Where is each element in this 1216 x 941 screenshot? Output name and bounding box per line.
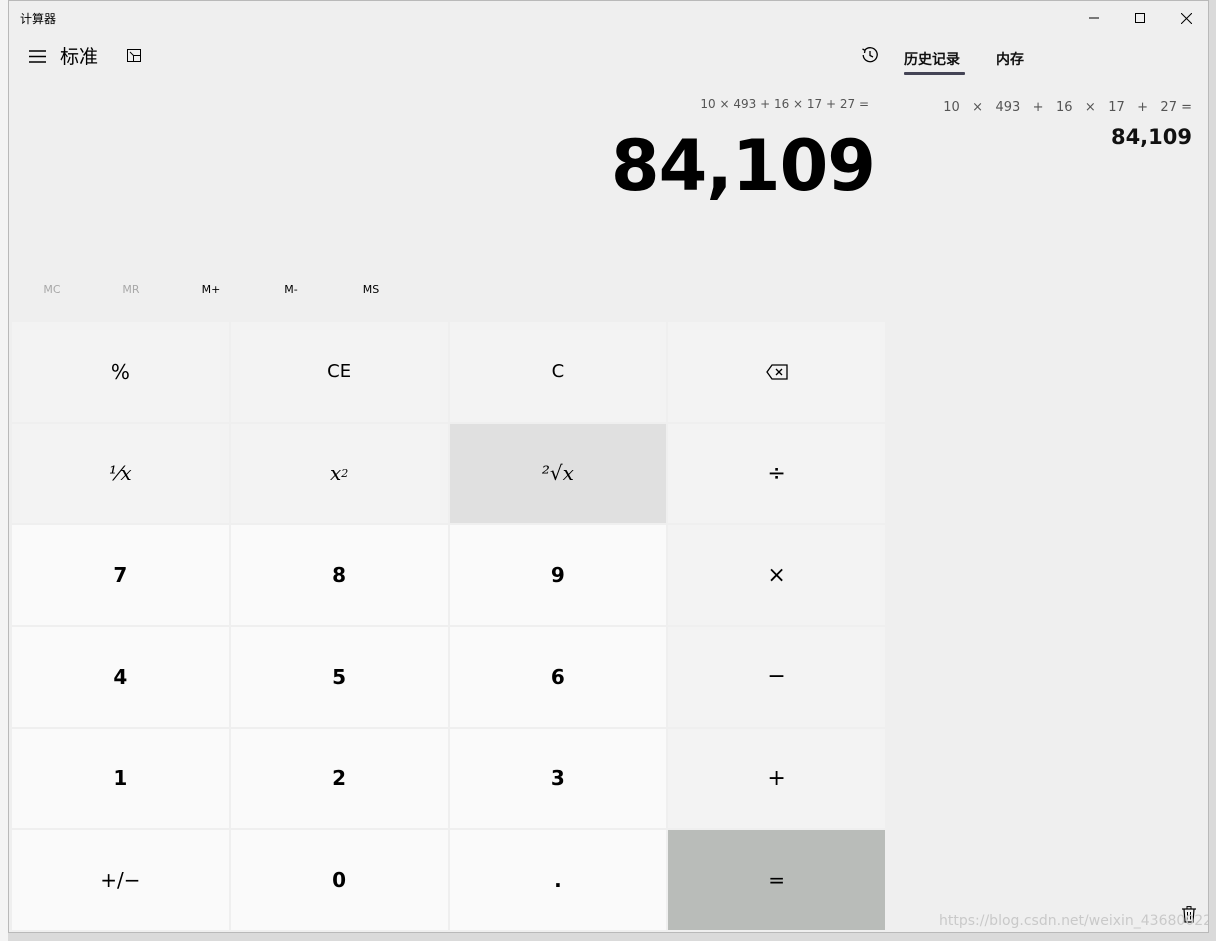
decimal-button[interactable]: . bbox=[449, 830, 667, 930]
history-item-expression[interactable]: 10 × 493 + 16 × 17 + 27 = bbox=[943, 100, 1192, 115]
mode-title: 标准 bbox=[60, 46, 99, 68]
keypad: % CE C ¹⁄x x2 ²√x ÷ 7 8 9 × 4 5 6 − 1 2 … bbox=[12, 322, 885, 930]
square-root-button[interactable]: ²√x bbox=[449, 423, 667, 524]
square-label: x bbox=[329, 461, 342, 486]
negate-button[interactable]: +/− bbox=[12, 830, 229, 930]
history-button[interactable] bbox=[855, 41, 885, 69]
maximize-button[interactable] bbox=[1117, 1, 1163, 35]
background-app-edge bbox=[0, 0, 8, 941]
multiply-button[interactable]: × bbox=[668, 525, 885, 625]
keep-on-top-icon bbox=[127, 48, 141, 62]
close-button[interactable] bbox=[1163, 1, 1208, 35]
digit-4-button[interactable]: 4 bbox=[12, 626, 229, 727]
result-display: 84,109 bbox=[610, 125, 876, 207]
history-clock-icon bbox=[862, 47, 878, 63]
history-item-result[interactable]: 84,109 bbox=[1111, 125, 1192, 149]
keep-on-top-button[interactable] bbox=[119, 41, 149, 69]
memory-store-button[interactable]: MS bbox=[341, 277, 401, 301]
divide-button[interactable]: ÷ bbox=[668, 423, 885, 524]
clear-button[interactable]: C bbox=[449, 322, 667, 422]
minimize-button[interactable] bbox=[1071, 1, 1117, 35]
backspace-icon bbox=[765, 364, 788, 380]
digit-1-button[interactable]: 1 bbox=[12, 728, 229, 829]
square-button[interactable]: x2 bbox=[230, 423, 448, 524]
memory-add-button[interactable]: M+ bbox=[181, 277, 241, 301]
digit-5-button[interactable]: 5 bbox=[230, 626, 448, 727]
hamburger-icon bbox=[28, 49, 46, 63]
digit-9-button[interactable]: 9 bbox=[449, 525, 667, 625]
clear-entry-button[interactable]: CE bbox=[230, 322, 448, 422]
close-icon bbox=[1180, 12, 1192, 24]
navigation-menu-button[interactable] bbox=[17, 41, 57, 71]
digit-7-button[interactable]: 7 bbox=[12, 525, 229, 625]
digit-8-button[interactable]: 8 bbox=[230, 525, 448, 625]
square-exponent: 2 bbox=[341, 466, 349, 480]
calculator-window: 计算器 标准 历史记录 内存 10 × 493 + 16 × 17 + 27 =… bbox=[8, 0, 1209, 933]
minimize-icon bbox=[1089, 17, 1099, 19]
equals-button[interactable]: = bbox=[668, 830, 885, 930]
digit-2-button[interactable]: 2 bbox=[230, 728, 448, 829]
watermark: https://blog.csdn.net/weixin_43680022 bbox=[939, 913, 1209, 929]
window-title: 计算器 bbox=[20, 12, 57, 26]
expression-display: 10 × 493 + 16 × 17 + 27 = bbox=[700, 97, 869, 111]
backspace-button[interactable] bbox=[668, 322, 885, 422]
tab-history[interactable]: 历史记录 bbox=[904, 49, 960, 69]
maximize-icon bbox=[1135, 13, 1145, 23]
active-tab-indicator bbox=[904, 72, 965, 75]
digit-0-button[interactable]: 0 bbox=[230, 830, 448, 930]
memory-recall-button[interactable]: MR bbox=[101, 277, 161, 301]
minus-button[interactable]: − bbox=[668, 626, 885, 727]
digit-6-button[interactable]: 6 bbox=[449, 626, 667, 727]
memory-clear-button[interactable]: MC bbox=[22, 277, 82, 301]
digit-3-button[interactable]: 3 bbox=[449, 728, 667, 829]
plus-button[interactable]: + bbox=[668, 728, 885, 829]
tab-memory[interactable]: 内存 bbox=[996, 49, 1024, 69]
percent-button[interactable]: % bbox=[12, 322, 229, 422]
title-bar: 计算器 bbox=[9, 1, 1208, 35]
memory-subtract-button[interactable]: M- bbox=[261, 277, 321, 301]
reciprocal-button[interactable]: ¹⁄x bbox=[12, 423, 229, 524]
